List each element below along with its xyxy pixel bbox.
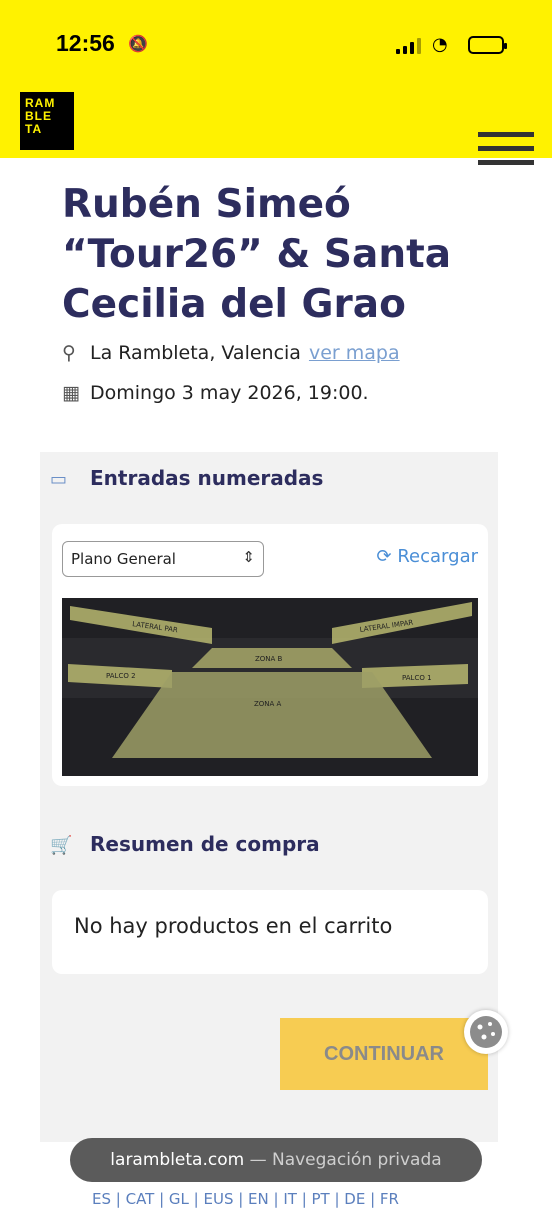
date-row: ▦ Domingo 3 may 2026, 19:00.: [62, 382, 369, 404]
label-palco-1: PALCO 1: [402, 674, 432, 682]
battery-icon: [468, 36, 507, 54]
cart-summary-card: No hay productos en el carrito: [52, 890, 488, 974]
venue-text: La Rambleta, Valencia: [90, 342, 301, 364]
wifi-icon: ◔: [432, 34, 448, 55]
seat-map-card: Plano General ⇕ ⟳ Recargar LATERAL PAR LA…: [52, 524, 488, 786]
label-zona-b: ZONA B: [255, 655, 283, 663]
status-time: 12:56: [56, 30, 115, 56]
plan-select[interactable]: Plano General ⇕: [62, 541, 264, 577]
venue-row: ⚲ La Rambleta, Valencia ver mapa: [62, 342, 400, 364]
cookie-icon[interactable]: [464, 1010, 508, 1054]
language-links[interactable]: ES | CAT | GL | EUS | EN | IT | PT | DE …: [92, 1190, 399, 1208]
location-pin-icon: ⚲: [62, 342, 76, 364]
calendar-icon: ▦: [62, 382, 80, 404]
cart-icon: 🛒: [50, 835, 73, 856]
browser-url-bar[interactable]: larambleta.com — Navegación privada: [70, 1138, 482, 1182]
continue-button[interactable]: CONTINUAR: [280, 1018, 488, 1090]
label-palco-2: PALCO 2: [106, 672, 136, 680]
chevron-updown-icon: ⇕: [242, 548, 255, 566]
purchase-panel: ▭ Entradas numeradas Plano General ⇕ ⟳ Rec…: [40, 452, 498, 1142]
hamburger-menu-icon[interactable]: [478, 132, 534, 166]
event-title: Rubén Simeó “Tour26” & Santa Cecilia del…: [62, 182, 452, 327]
domain-text: larambleta.com: [110, 1150, 245, 1170]
reload-button[interactable]: ⟳ Recargar: [377, 546, 478, 567]
empty-cart-message: No hay productos en el carrito: [74, 914, 393, 938]
private-mode-text: — Navegación privada: [249, 1150, 442, 1170]
cellular-signal-icon: [396, 38, 422, 54]
tickets-heading: ▭ Entradas numeradas: [50, 466, 324, 490]
rambleta-logo[interactable]: RAM BLE TA: [20, 92, 74, 150]
status-bar: 12:56 🔕 ◔: [0, 0, 552, 64]
ticket-icon: ▭: [50, 469, 68, 490]
site-header: RAM BLE TA: [0, 64, 552, 165]
date-text: Domingo 3 may 2026, 19:00.: [90, 382, 369, 404]
summary-heading: 🛒 Resumen de compra: [50, 832, 320, 856]
refresh-icon: ⟳: [376, 546, 392, 567]
theater-seat-map[interactable]: LATERAL PAR LATERAL IMPAR ZONA B PALCO 2…: [62, 598, 478, 776]
label-zona-a: ZONA A: [254, 700, 282, 708]
silent-bell-icon: 🔕: [128, 34, 148, 53]
view-map-link[interactable]: ver mapa: [309, 342, 400, 364]
